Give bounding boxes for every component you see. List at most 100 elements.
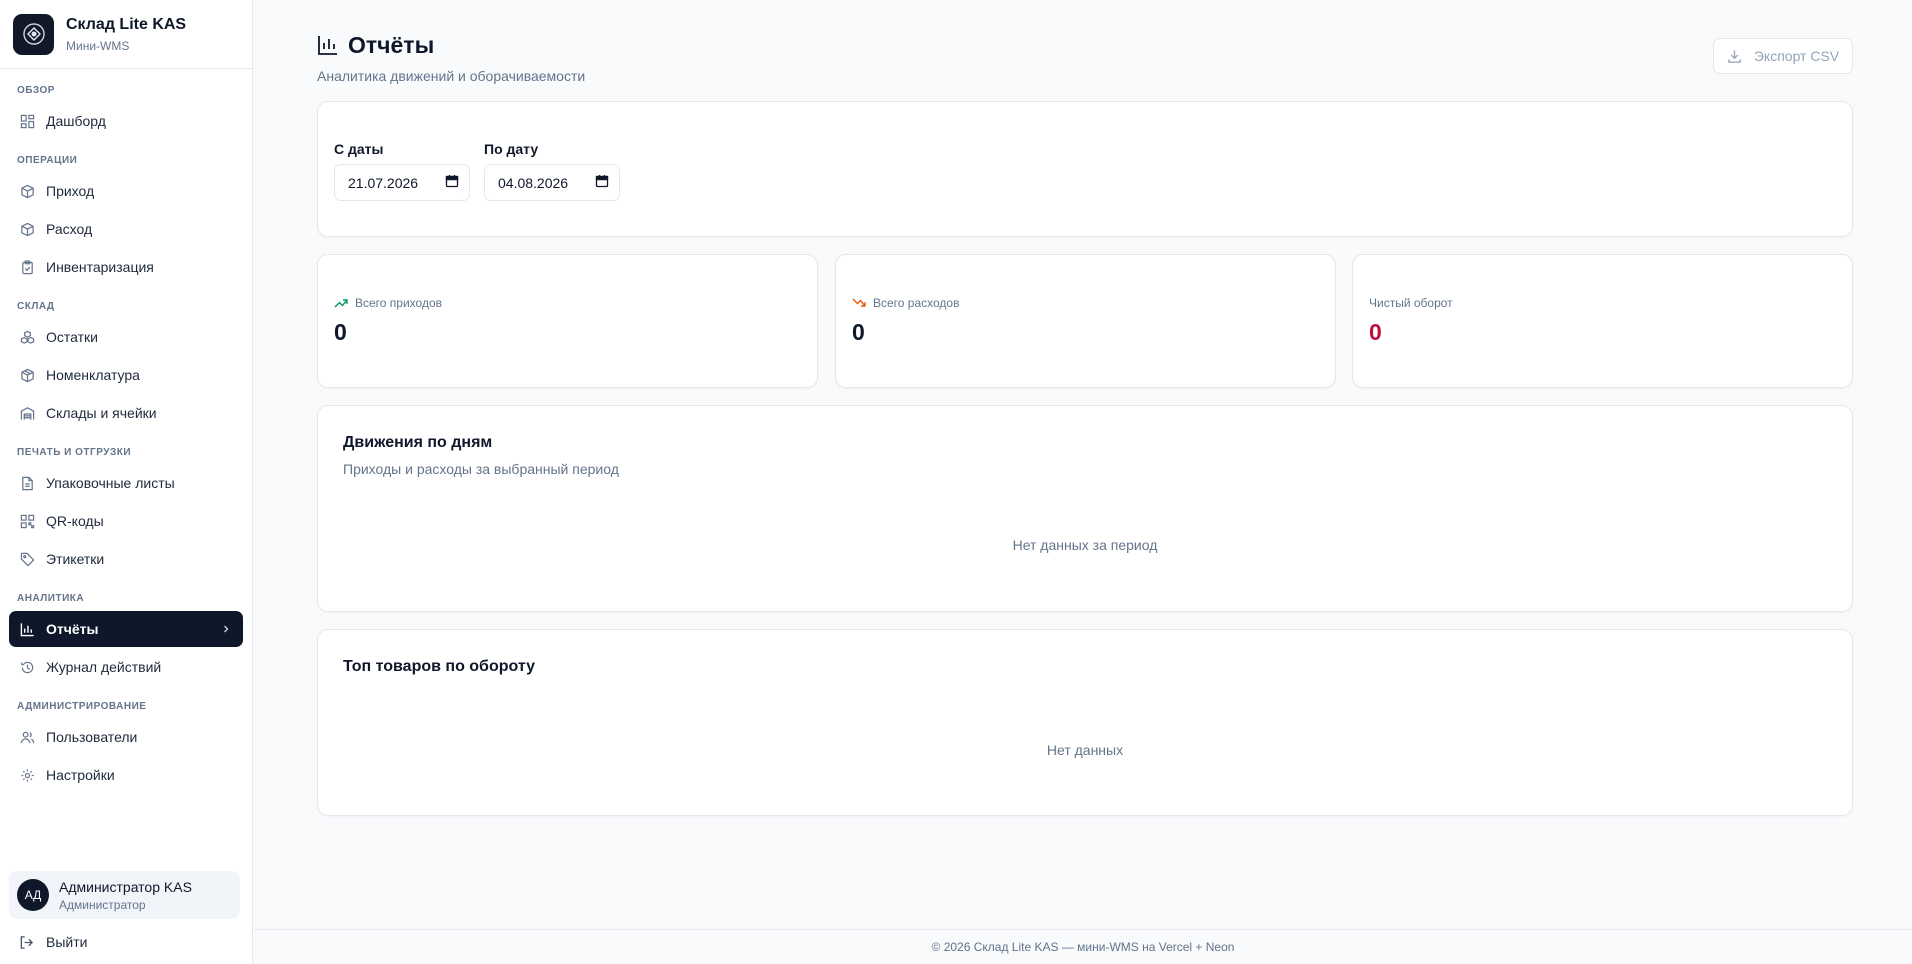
sidebar-item-label: Остатки: [46, 329, 98, 345]
sidebar-item-income[interactable]: Приход: [9, 173, 243, 209]
box-in-icon: [19, 183, 35, 199]
logout-icon: [19, 935, 34, 950]
sidebar-item-label: Расход: [46, 221, 93, 237]
sidebar-item-stock[interactable]: Остатки: [9, 319, 243, 355]
page-subtitle: Аналитика движений и оборачиваемости: [317, 68, 586, 84]
calendar-icon[interactable]: [595, 174, 609, 191]
history-icon: [19, 659, 35, 675]
from-date-field: С даты 21.07.2026: [334, 140, 470, 201]
to-date-label: По дату: [484, 141, 539, 157]
stat-card-income: Всего приходов 0: [317, 254, 818, 388]
sidebar-item-label: Приход: [46, 183, 95, 199]
sidebar-item-label: Склады и ячейки: [46, 405, 157, 421]
stat-value: 0: [852, 319, 865, 345]
to-date-field: По дату 04.08.2026: [484, 140, 620, 201]
qr-code-icon: [19, 513, 35, 529]
sidebar-nav: ОБЗОР Дашборд ОПЕРАЦИИ Приход Расход Инв…: [0, 83, 252, 793]
stat-card-net: Чистый оборот 0: [1352, 254, 1853, 388]
to-date-input[interactable]: 04.08.2026: [484, 164, 620, 201]
nav-section-print: ПЕЧАТЬ И ОТГРУЗКИ: [17, 447, 132, 458]
sidebar-item-label: Отчёты: [46, 621, 99, 637]
stat-label-text: Чистый оборот: [1369, 296, 1453, 310]
stat-card-expense: Всего расходов 0: [835, 254, 1336, 388]
export-csv-label: Экспорт CSV: [1753, 48, 1840, 64]
package-icon: [19, 367, 35, 383]
stat-label-text: Всего расходов: [873, 296, 960, 310]
sidebar-item-users[interactable]: Пользователи: [9, 719, 243, 755]
from-date-input[interactable]: 21.07.2026: [334, 164, 470, 201]
brand-logo: [13, 13, 54, 55]
footer-text: © 2026 Склад Lite KAS — мини-WMS на Verc…: [931, 940, 1235, 954]
page-header: Отчёты Аналитика движений и оборачиваемо…: [317, 31, 586, 85]
tag-icon: [19, 551, 35, 567]
sidebar-item-label: Инвентаризация: [46, 259, 154, 275]
nav-section-operations: ОПЕРАЦИИ: [17, 155, 78, 166]
nav-section-admin: АДМИНИСТРИРОВАНИЕ: [17, 701, 147, 712]
download-icon: [1727, 49, 1742, 64]
sidebar-item-settings[interactable]: Настройки: [9, 757, 243, 793]
users-icon: [19, 729, 35, 745]
sidebar-item-label: Номенклатура: [46, 367, 140, 383]
stat-label: Всего расходов: [852, 296, 959, 310]
sidebar: Склад Lite KAS Мини-WMS ОБЗОР Дашборд ОП…: [0, 0, 253, 964]
sidebar-item-nomenclature[interactable]: Номенклатура: [9, 357, 243, 393]
nav-section-analytics: АНАЛИТИКА: [17, 593, 85, 604]
sidebar-item-label: QR-коды: [46, 513, 104, 529]
logout-button[interactable]: Выйти: [19, 930, 87, 954]
page-title-text: Отчёты: [348, 31, 435, 58]
sidebar-item-labels[interactable]: Этикетки: [9, 541, 243, 577]
export-csv-button[interactable]: Экспорт CSV: [1713, 38, 1853, 74]
sidebar-item-qr-codes[interactable]: QR-коды: [9, 503, 243, 539]
chevron-right-icon: [221, 624, 231, 634]
sidebar-item-packing-lists[interactable]: Упаковочные листы: [9, 465, 243, 501]
sidebar-item-reports[interactable]: Отчёты: [9, 611, 243, 647]
movements-empty: Нет данных за период: [1012, 537, 1158, 553]
user-role: Администратор: [59, 897, 146, 912]
sidebar-item-activity-log[interactable]: Журнал действий: [9, 649, 243, 685]
document-icon: [19, 475, 35, 491]
footer: © 2026 Склад Lite KAS — мини-WMS на Verc…: [254, 929, 1912, 964]
sidebar-item-inventory[interactable]: Инвентаризация: [9, 249, 243, 285]
stat-value: 0: [1369, 319, 1382, 345]
trending-down-icon: [852, 297, 866, 309]
avatar: АД: [17, 879, 49, 911]
user-profile[interactable]: АД Администратор KAS Администратор: [9, 871, 240, 919]
boxes-icon: [19, 329, 35, 345]
sidebar-item-label: Журнал действий: [46, 659, 162, 675]
top-products-empty: Нет данных: [1046, 742, 1124, 758]
sidebar-item-label: Дашборд: [46, 113, 106, 129]
warehouse-icon: [19, 405, 35, 421]
logout-label: Выйти: [46, 934, 88, 950]
brand[interactable]: Склад Lite KAS Мини-WMS: [0, 0, 252, 69]
page-title: Отчёты: [317, 31, 585, 59]
sidebar-item-warehouses[interactable]: Склады и ячейки: [9, 395, 243, 431]
bar-chart-icon: [19, 621, 35, 637]
calendar-icon[interactable]: [445, 174, 459, 191]
stat-value: 0: [334, 319, 347, 345]
movements-by-day-card: Движения по дням Приходы и расходы за вы…: [317, 405, 1853, 612]
sidebar-item-expense[interactable]: Расход: [9, 211, 243, 247]
sidebar-item-label: Пользователи: [46, 729, 138, 745]
gear-icon: [19, 767, 35, 783]
main-content: Отчёты Аналитика движений и оборачиваемо…: [254, 0, 1912, 964]
movements-subtitle: Приходы и расходы за выбранный период: [343, 461, 619, 477]
dashboard-icon: [19, 113, 35, 129]
trending-up-icon: [334, 297, 348, 309]
top-products-card: Топ товаров по обороту Нет данных: [317, 629, 1853, 816]
box-out-icon: [19, 221, 35, 237]
movements-title: Движения по дням: [343, 434, 493, 451]
nav-section-overview: ОБЗОР: [17, 85, 55, 96]
stat-label: Чистый оборот: [1369, 296, 1453, 310]
user-name: Администратор KAS: [59, 878, 192, 895]
top-products-title: Топ товаров по обороту: [343, 658, 535, 675]
sidebar-item-label: Упаковочные листы: [46, 475, 175, 491]
date-filter-card: С даты 21.07.2026 По дату 04.08.2026: [317, 101, 1853, 237]
sidebar-item-label: Этикетки: [46, 551, 105, 567]
stat-label: Всего приходов: [334, 296, 442, 310]
from-date-value: 21.07.2026: [348, 174, 419, 191]
bar-chart-icon: [317, 34, 339, 56]
nav-section-warehouse: СКЛАД: [17, 301, 55, 312]
clipboard-icon: [19, 259, 35, 275]
stat-label-text: Всего приходов: [355, 296, 442, 310]
sidebar-item-dashboard[interactable]: Дашборд: [9, 103, 243, 139]
